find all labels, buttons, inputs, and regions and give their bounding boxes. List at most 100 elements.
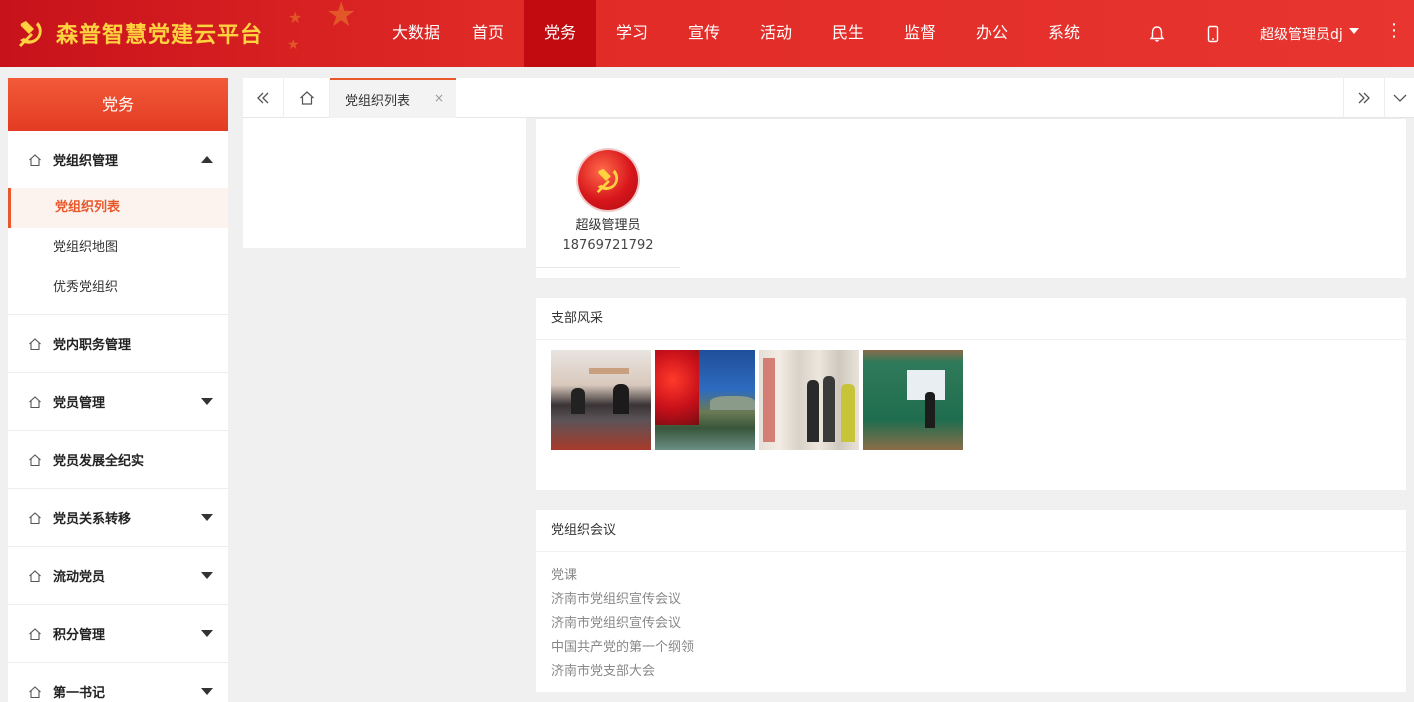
top-header: ★ ★ ★ 森普智慧党建云平台 大数据 首页 党务 学习 宣传 活动 民生 监督… bbox=[0, 0, 1414, 67]
caret-up-icon bbox=[201, 156, 213, 163]
menu-item-label: 党员管理 bbox=[53, 396, 106, 411]
nav-office[interactable]: 办公 bbox=[956, 0, 1028, 67]
nav-home[interactable]: 首页 bbox=[452, 0, 524, 67]
profile-name: 超级管理员 bbox=[575, 218, 641, 233]
photo-gallery bbox=[551, 350, 963, 450]
caret-down-icon bbox=[201, 398, 213, 405]
menu-group-floating: 流动党员 bbox=[8, 547, 228, 605]
menu-item-label: 党内职务管理 bbox=[53, 338, 132, 353]
lecture-photo[interactable] bbox=[863, 350, 963, 450]
menu-group-first-secretary: 第一书记 bbox=[8, 663, 228, 702]
menu-item-label: 流动党员 bbox=[53, 570, 106, 585]
meeting-item[interactable]: 党课 bbox=[551, 564, 1391, 588]
caret-down-icon bbox=[201, 514, 213, 521]
menu-group-development: 党员发展全纪实 bbox=[8, 431, 228, 489]
home-icon bbox=[29, 569, 41, 582]
menu-item-position-management[interactable]: 党内职务管理 bbox=[8, 315, 228, 372]
decor-star-icon: ★ bbox=[326, 0, 357, 35]
submenu-item-org-list[interactable]: 党组织列表 bbox=[8, 188, 228, 228]
menu-item-label: 党组织管理 bbox=[53, 154, 119, 169]
home-icon bbox=[29, 453, 41, 466]
home-icon bbox=[29, 511, 41, 524]
home-icon bbox=[29, 627, 41, 640]
profile-panel: 超级管理员 18769721792 bbox=[536, 118, 1406, 278]
lake-autumn-photo[interactable] bbox=[655, 350, 755, 450]
meeting-room-photo[interactable] bbox=[551, 350, 651, 450]
menu-group-points: 积分管理 bbox=[8, 605, 228, 663]
scroll-right-button[interactable] bbox=[1343, 78, 1384, 118]
avatar bbox=[578, 150, 638, 210]
home-icon bbox=[29, 685, 41, 698]
caret-down-icon bbox=[201, 572, 213, 579]
nav-livelihood[interactable]: 民生 bbox=[812, 0, 884, 67]
nav-activity[interactable]: 活动 bbox=[740, 0, 812, 67]
menu-group-transfer: 党员关系转移 bbox=[8, 489, 228, 547]
menu-item-relation-transfer[interactable]: 党员关系转移 bbox=[8, 489, 228, 546]
nav-publicity[interactable]: 宣传 bbox=[668, 0, 740, 67]
menu-item-first-secretary[interactable]: 第一书记 bbox=[8, 663, 228, 702]
menu-item-org-management[interactable]: 党组织管理 bbox=[8, 131, 228, 188]
party-emblem-icon bbox=[19, 21, 42, 47]
nav-study[interactable]: 学习 bbox=[596, 0, 668, 67]
nav-system[interactable]: 系统 bbox=[1028, 0, 1100, 67]
divider bbox=[536, 267, 680, 268]
scroll-left-button[interactable] bbox=[243, 78, 284, 118]
bell-icon[interactable] bbox=[1147, 24, 1167, 44]
meeting-item[interactable]: 济南市党组织宣传会议 bbox=[551, 612, 1391, 636]
branch-style-title: 支部风采 bbox=[536, 298, 1406, 340]
meeting-item[interactable]: 济南市党支部大会 bbox=[551, 660, 1391, 684]
nav-party-affairs[interactable]: 党务 bbox=[524, 0, 596, 67]
app-title: 森普智慧党建云平台 bbox=[56, 23, 264, 48]
chevron-down-icon bbox=[1393, 94, 1406, 102]
party-emblem-icon bbox=[596, 168, 619, 194]
org-meeting-panel: 党组织会议 党课 济南市党组织宣传会议 济南市党组织宣传会议 中国共产党的第一个… bbox=[536, 510, 1406, 692]
tab-label: 党组织列表 bbox=[345, 93, 411, 109]
menu-item-member-management[interactable]: 党员管理 bbox=[8, 373, 228, 430]
exhibition-photo[interactable] bbox=[759, 350, 859, 450]
nav-bigdata[interactable]: 大数据 bbox=[380, 0, 452, 67]
mobile-icon[interactable] bbox=[1203, 24, 1223, 44]
sidebar: 党务 党组织管理 党组织列表 党组织地图 优秀党组织 党内职务管理 党员管理 党… bbox=[8, 78, 228, 702]
menu-group-position: 党内职务管理 bbox=[8, 315, 228, 373]
menu-item-label: 党员关系转移 bbox=[53, 512, 132, 527]
submenu-item-excellent-org[interactable]: 优秀党组织 bbox=[8, 268, 228, 308]
profile-phone: 18769721792 bbox=[562, 238, 654, 253]
tab-menu-button[interactable] bbox=[1384, 78, 1414, 118]
home-icon bbox=[29, 337, 41, 350]
menu-group-org-management: 党组织管理 党组织列表 党组织地图 优秀党组织 bbox=[8, 131, 228, 315]
home-icon bbox=[29, 395, 41, 408]
more-vertical-icon[interactable]: ⋮ bbox=[1385, 22, 1403, 40]
menu-item-points-management[interactable]: 积分管理 bbox=[8, 605, 228, 662]
org-meeting-title: 党组织会议 bbox=[536, 510, 1406, 552]
decor-star-icon: ★ bbox=[288, 8, 303, 27]
submenu-item-org-map[interactable]: 党组织地图 bbox=[8, 228, 228, 268]
caret-down-icon bbox=[201, 688, 213, 695]
nav-supervision[interactable]: 监督 bbox=[884, 0, 956, 67]
caret-down-icon[interactable] bbox=[1349, 28, 1359, 34]
user-menu[interactable]: 超级管理员dj bbox=[1260, 24, 1343, 44]
home-icon bbox=[299, 91, 314, 105]
menu-item-label: 积分管理 bbox=[53, 628, 106, 643]
sidebar-title: 党务 bbox=[8, 78, 228, 131]
menu-item-member-development[interactable]: 党员发展全纪实 bbox=[8, 431, 228, 488]
double-chevron-left-icon bbox=[257, 92, 269, 104]
top-nav: 大数据 首页 党务 学习 宣传 活动 民生 监督 办公 系统 bbox=[380, 0, 1100, 67]
tab-bar: 党组织列表 × bbox=[243, 78, 1414, 118]
menu-item-floating-member[interactable]: 流动党员 bbox=[8, 547, 228, 604]
menu-group-member: 党员管理 bbox=[8, 373, 228, 431]
menu-item-label: 第一书记 bbox=[53, 686, 106, 701]
double-chevron-right-icon bbox=[1358, 92, 1370, 104]
home-icon bbox=[29, 153, 41, 166]
home-tab-button[interactable] bbox=[284, 78, 330, 118]
submenu-org-management: 党组织列表 党组织地图 优秀党组织 bbox=[8, 188, 228, 314]
branch-style-panel: 支部风采 bbox=[536, 298, 1406, 490]
meeting-item[interactable]: 中国共产党的第一个纲领 bbox=[551, 636, 1391, 660]
menu-item-label: 党员发展全纪实 bbox=[53, 454, 145, 469]
tab-org-list[interactable]: 党组织列表 × bbox=[330, 78, 456, 118]
close-icon[interactable]: × bbox=[434, 91, 444, 105]
org-tree-panel bbox=[243, 118, 526, 248]
meeting-item[interactable]: 济南市党组织宣传会议 bbox=[551, 588, 1391, 612]
caret-down-icon bbox=[201, 630, 213, 637]
decor-star-icon: ★ bbox=[287, 37, 300, 53]
meeting-list: 党课 济南市党组织宣传会议 济南市党组织宣传会议 中国共产党的第一个纲领 济南市… bbox=[536, 552, 1406, 684]
